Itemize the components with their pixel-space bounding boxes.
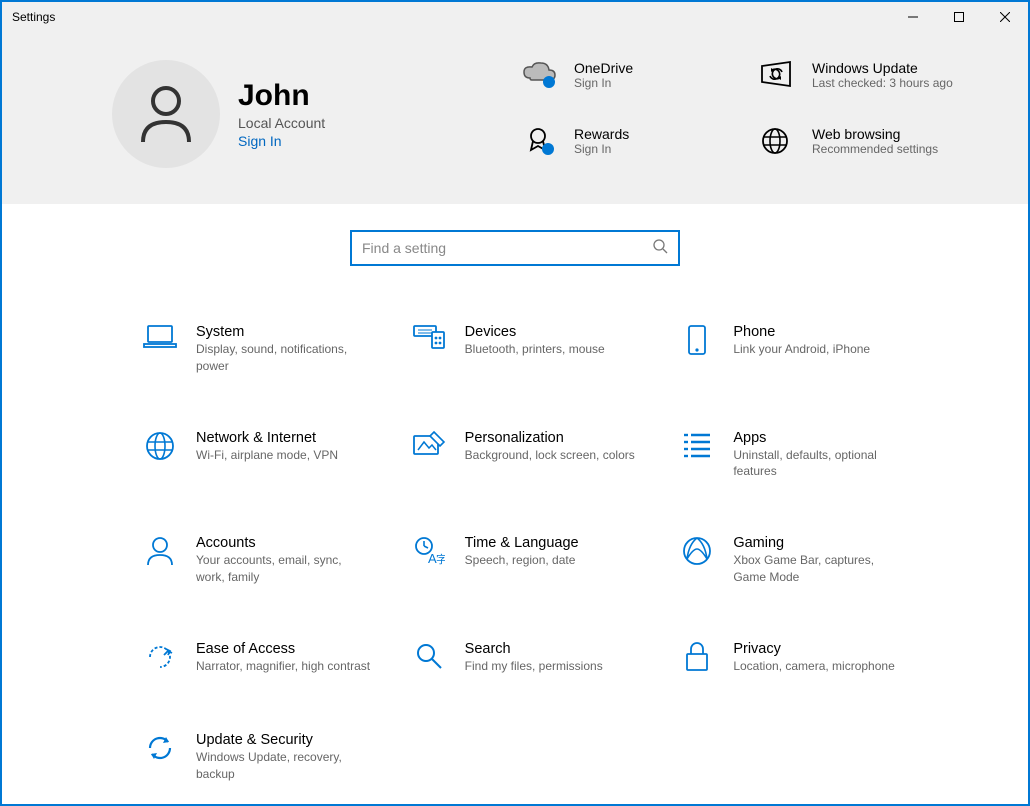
cat-sub: Location, camera, microphone — [733, 658, 894, 675]
account-block[interactable]: John Local Account Sign In — [112, 60, 472, 168]
privacy-icon — [679, 641, 715, 677]
qa-sub: Sign In — [574, 142, 629, 158]
qa-sub: Last checked: 3 hours ago — [812, 76, 953, 92]
cat-sub: Wi-Fi, airplane mode, VPN — [196, 447, 338, 464]
cat-title: Privacy — [733, 641, 894, 657]
cat-title: System — [196, 324, 371, 340]
onedrive-icon — [522, 60, 562, 95]
cat-title: Search — [465, 641, 603, 657]
cat-update-security[interactable]: Update & Security Windows Update, recove… — [142, 732, 391, 783]
ease-of-access-icon — [142, 641, 178, 677]
rewards-icon — [522, 126, 562, 163]
search-section — [2, 204, 1028, 284]
account-type: Local Account — [238, 115, 325, 131]
account-name: John — [238, 79, 325, 113]
svg-text:字: 字 — [436, 552, 445, 565]
cat-devices[interactable]: Devices Bluetooth, printers, mouse — [411, 324, 660, 375]
accounts-icon — [142, 535, 178, 571]
qa-rewards[interactable]: Rewards Sign In — [522, 126, 722, 169]
window-titlebar: Settings — [2, 2, 1028, 32]
cat-title: Phone — [733, 324, 870, 340]
cat-sub: Windows Update, recovery, backup — [196, 749, 371, 783]
qa-windows-update[interactable]: Windows Update Last checked: 3 hours ago — [760, 60, 960, 101]
qa-title: OneDrive — [574, 60, 633, 76]
cat-sub: Narrator, magnifier, high contrast — [196, 658, 370, 675]
cat-title: Time & Language — [465, 535, 579, 551]
globe-icon — [760, 126, 800, 161]
cat-search[interactable]: Search Find my files, permissions — [411, 641, 660, 677]
cat-sub: Background, lock screen, colors — [465, 447, 635, 464]
cat-sub: Speech, region, date — [465, 552, 579, 569]
update-security-icon — [142, 732, 178, 768]
cat-sub: Uninstall, defaults, optional features — [733, 447, 908, 481]
search-icon — [652, 238, 668, 259]
network-icon — [142, 430, 178, 466]
person-icon — [138, 84, 194, 144]
cat-title: Apps — [733, 430, 908, 446]
search-box[interactable] — [350, 230, 680, 266]
qa-title: Rewards — [574, 126, 629, 142]
cat-title: Accounts — [196, 535, 371, 551]
cat-sub: Bluetooth, printers, mouse — [465, 341, 605, 358]
cat-title: Update & Security — [196, 732, 371, 748]
qa-onedrive[interactable]: OneDrive Sign In — [522, 60, 722, 101]
cat-sub: Display, sound, notifications, power — [196, 341, 371, 375]
qa-title: Web browsing — [812, 126, 938, 142]
cat-title: Devices — [465, 324, 605, 340]
update-icon — [760, 60, 800, 93]
window-title: Settings — [2, 10, 55, 24]
avatar — [112, 60, 220, 168]
qa-title: Windows Update — [812, 60, 953, 76]
cat-apps[interactable]: Apps Uninstall, defaults, optional featu… — [679, 430, 928, 481]
phone-icon — [679, 324, 715, 360]
devices-icon — [411, 324, 447, 360]
cat-gaming[interactable]: Gaming Xbox Game Bar, captures, Game Mod… — [679, 535, 928, 586]
cat-ease-of-access[interactable]: Ease of Access Narrator, magnifier, high… — [142, 641, 391, 677]
cat-phone[interactable]: Phone Link your Android, iPhone — [679, 324, 928, 375]
search-category-icon — [411, 641, 447, 677]
cat-title: Personalization — [465, 430, 635, 446]
cat-title: Gaming — [733, 535, 908, 551]
cat-sub: Link your Android, iPhone — [733, 341, 870, 358]
maximize-button[interactable] — [936, 2, 982, 32]
cat-privacy[interactable]: Privacy Location, camera, microphone — [679, 641, 928, 677]
cat-sub: Xbox Game Bar, captures, Game Mode — [733, 552, 908, 586]
qa-web-browsing[interactable]: Web browsing Recommended settings — [760, 126, 960, 169]
gaming-icon — [679, 535, 715, 571]
laptop-icon — [142, 324, 178, 360]
header-section: John Local Account Sign In OneDrive Sign… — [2, 32, 1028, 204]
cat-title: Network & Internet — [196, 430, 338, 446]
cat-accounts[interactable]: Accounts Your accounts, email, sync, wor… — [142, 535, 391, 586]
close-button[interactable] — [982, 2, 1028, 32]
cat-sub: Your accounts, email, sync, work, family — [196, 552, 371, 586]
qa-sub: Recommended settings — [812, 142, 938, 158]
categories-grid: System Display, sound, notifications, po… — [2, 284, 1028, 792]
apps-icon — [679, 430, 715, 466]
quick-actions: OneDrive Sign In Windows Update Last che… — [522, 60, 960, 168]
cat-title: Ease of Access — [196, 641, 370, 657]
cat-system[interactable]: System Display, sound, notifications, po… — [142, 324, 391, 375]
time-language-icon: A字 — [411, 535, 447, 571]
search-input[interactable] — [362, 240, 652, 256]
minimize-button[interactable] — [890, 2, 936, 32]
cat-sub: Find my files, permissions — [465, 658, 603, 675]
cat-network[interactable]: Network & Internet Wi-Fi, airplane mode,… — [142, 430, 391, 481]
cat-time-language[interactable]: A字 Time & Language Speech, region, date — [411, 535, 660, 586]
signin-link[interactable]: Sign In — [238, 133, 325, 149]
qa-sub: Sign In — [574, 76, 633, 92]
personalization-icon — [411, 430, 447, 466]
cat-personalization[interactable]: Personalization Background, lock screen,… — [411, 430, 660, 481]
